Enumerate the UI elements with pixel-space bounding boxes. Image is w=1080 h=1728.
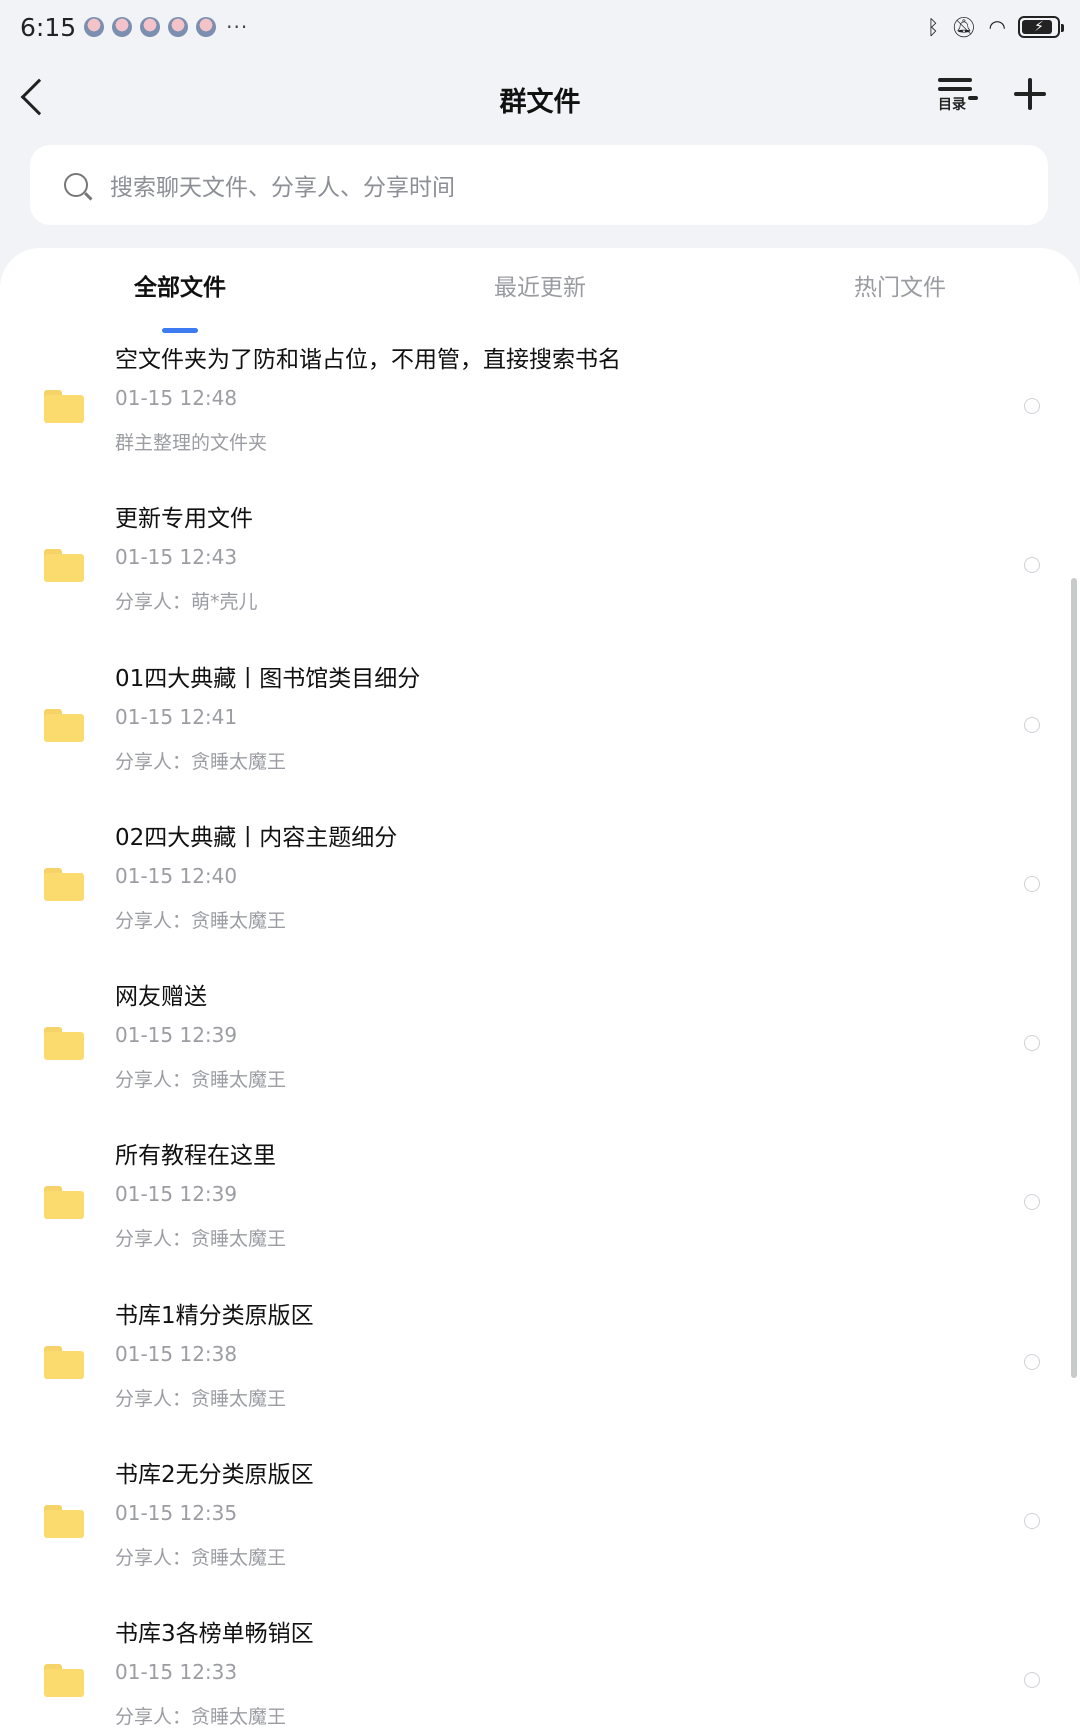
- list-item[interactable]: 02四大典藏丨内容主题细分 01-15 12:40 分享人：贪睡太魔王: [0, 802, 1080, 961]
- notification-avatar-icon: [168, 17, 189, 37]
- file-sharer: 分享人：萌*壳儿: [115, 591, 258, 614]
- file-sharer: 分享人：贪睡太魔王: [115, 1228, 287, 1251]
- list-item[interactable]: 所有教程在这里 01-15 12:39 分享人：贪睡太魔王: [0, 1120, 1080, 1279]
- file-date: 01-15 12:33: [115, 1660, 238, 1685]
- file-sharer: 分享人：贪睡太魔王: [115, 1387, 287, 1410]
- file-sharer: 分享人：贪睡太魔王: [115, 1706, 287, 1728]
- folder-icon: [44, 390, 84, 423]
- wifi-icon: ◠: [988, 15, 1006, 39]
- file-name: 02四大典藏丨内容主题细分: [115, 824, 398, 851]
- system-icons: ᛒ 🔕︎ ◠ ⚡︎: [927, 15, 1064, 39]
- file-name: 更新专用文件: [115, 506, 253, 533]
- tab-bar: 全部文件 最近更新 热门文件: [0, 268, 1080, 333]
- notification-avatar-icon: [84, 17, 105, 37]
- file-sharer: 群主整理的文件夹: [115, 432, 268, 454]
- file-panel: 全部文件 最近更新 热门文件 空文件夹为了防和谐占位，不用管，直接搜索书名 01…: [0, 248, 1080, 1728]
- folder-icon: [44, 1664, 84, 1698]
- notification-avatar-icon: [140, 17, 161, 37]
- file-name: 书库3各榜单畅销区: [115, 1621, 314, 1648]
- bell-off-icon: 🔕︎: [951, 15, 977, 39]
- file-date: 01-15 12:39: [115, 1182, 238, 1207]
- list-item[interactable]: 书库2无分类原版区 01-15 12:35 分享人：贪睡太魔王: [0, 1439, 1080, 1598]
- folder-icon: [44, 867, 84, 901]
- select-radio[interactable]: [1024, 1035, 1040, 1052]
- add-icon[interactable]: [1012, 76, 1048, 112]
- file-date: 01-15 12:40: [115, 863, 238, 888]
- bluetooth-icon: ᛒ: [927, 15, 940, 39]
- file-name: 所有教程在这里: [115, 1143, 276, 1170]
- search-placeholder: 搜索聊天文件、分享人、分享时间: [110, 175, 455, 201]
- file-name: 书库2无分类原版区: [115, 1462, 314, 1489]
- list-item[interactable]: 网友赠送 01-15 12:39 分享人：贪睡太魔王: [0, 961, 1080, 1120]
- file-date: 01-15 12:38: [115, 1341, 238, 1366]
- file-sharer: 分享人：贪睡太魔王: [115, 1547, 287, 1570]
- select-radio[interactable]: [1024, 557, 1040, 574]
- file-date: 01-15 12:35: [115, 1501, 238, 1526]
- tab-popular-files[interactable]: 热门文件: [800, 268, 1000, 302]
- notification-icons: ···: [84, 15, 248, 39]
- catalog-button[interactable]: 目录: [938, 78, 978, 120]
- file-name: 网友赠送: [115, 984, 207, 1011]
- select-radio[interactable]: [1024, 1194, 1040, 1211]
- folder-icon: [44, 1186, 84, 1220]
- select-radio[interactable]: [1024, 398, 1040, 414]
- scrollbar[interactable]: [1071, 578, 1077, 1378]
- file-list: 空文件夹为了防和谐占位，不用管，直接搜索书名 01-15 12:48 群主整理的…: [0, 324, 1080, 1728]
- search-icon: [64, 173, 88, 197]
- folder-icon: [44, 1505, 84, 1539]
- file-sharer: 分享人：贪睡太魔王: [115, 750, 287, 773]
- file-date: 01-15 12:39: [115, 1023, 238, 1048]
- select-radio[interactable]: [1024, 716, 1040, 733]
- folder-icon: [44, 549, 84, 583]
- status-bar: 6:15 ··· ᛒ 🔕︎ ◠ ⚡︎: [0, 0, 1080, 54]
- list-item[interactable]: 更新专用文件 01-15 12:43 分享人：萌*壳儿: [0, 483, 1080, 642]
- select-radio[interactable]: [1024, 1672, 1040, 1689]
- file-sharer: 分享人：贪睡太魔王: [115, 909, 287, 932]
- list-item[interactable]: 书库3各榜单畅销区 01-15 12:33 分享人：贪睡太魔王: [0, 1598, 1080, 1728]
- file-date: 01-15 12:48: [115, 386, 238, 410]
- list-icon: [938, 78, 972, 82]
- file-sharer: 分享人：贪睡太魔王: [115, 1069, 287, 1092]
- select-radio[interactable]: [1024, 875, 1040, 892]
- list-item[interactable]: 空文件夹为了防和谐占位，不用管，直接搜索书名 01-15 12:48 群主整理的…: [0, 324, 1080, 483]
- battery-charging-icon: ⚡︎: [1018, 16, 1064, 38]
- page-title: 群文件: [499, 87, 581, 118]
- status-time: 6:15: [20, 12, 77, 42]
- file-name: 空文件夹为了防和谐占位，不用管，直接搜索书名: [115, 347, 621, 373]
- file-name: 01四大典藏丨图书馆类目细分: [115, 665, 421, 692]
- file-date: 01-15 12:41: [115, 704, 238, 729]
- nav-bar: 群文件 目录: [0, 54, 1080, 146]
- tab-all-files[interactable]: 全部文件: [80, 268, 280, 302]
- list-item[interactable]: 书库1精分类原版区 01-15 12:38 分享人：贪睡太魔王: [0, 1280, 1080, 1439]
- list-item[interactable]: 01四大典藏丨图书馆类目细分 01-15 12:41 分享人：贪睡太魔王: [0, 643, 1080, 802]
- notification-avatar-icon: [196, 17, 217, 37]
- folder-icon: [44, 1027, 84, 1061]
- more-notifications-icon: ···: [226, 15, 249, 39]
- folder-icon: [44, 708, 84, 742]
- select-radio[interactable]: [1024, 1353, 1040, 1370]
- notification-avatar-icon: [112, 17, 133, 37]
- tab-recent-updates[interactable]: 最近更新: [440, 268, 640, 302]
- catalog-label: 目录: [938, 97, 966, 113]
- select-radio[interactable]: [1024, 1513, 1040, 1530]
- file-name: 书库1精分类原版区: [115, 1302, 314, 1329]
- folder-icon: [44, 1345, 84, 1379]
- file-date: 01-15 12:43: [115, 545, 238, 570]
- search-input[interactable]: 搜索聊天文件、分享人、分享时间: [30, 145, 1048, 225]
